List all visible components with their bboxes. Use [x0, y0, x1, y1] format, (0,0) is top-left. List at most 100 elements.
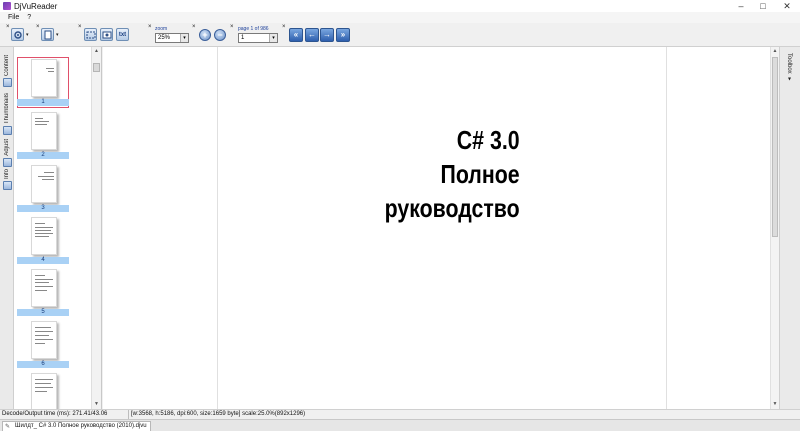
- thumbnail-page-1[interactable]: 1: [17, 57, 69, 108]
- document-page: C# 3.0 Полное руководство: [217, 47, 667, 409]
- info-icon: [2, 181, 12, 191]
- close-button[interactable]: ✕: [774, 0, 800, 12]
- group-close-icon[interactable]: ×: [282, 24, 286, 30]
- scrollbar-thumb[interactable]: [93, 63, 100, 72]
- thumbnail-label: 5: [17, 309, 69, 316]
- last-page-button[interactable]: »: [336, 28, 350, 42]
- thumbnail-page-7[interactable]: [17, 371, 69, 409]
- thumbnail-image: [31, 217, 57, 255]
- gear-icon: [13, 30, 22, 39]
- menu-bar: File ?: [0, 12, 800, 23]
- thumbnails-icon: [2, 126, 12, 136]
- book-title-line: руководство: [385, 193, 520, 223]
- previous-page-button[interactable]: ←: [305, 28, 319, 42]
- contents-icon: [2, 78, 12, 88]
- toolbar: × ▾ × ▾ × txt × zoom 25% ▾ × + − × page …: [0, 23, 800, 47]
- select-rect-icon: [86, 31, 95, 38]
- tab-info[interactable]: Info: [1, 169, 13, 191]
- menu-help[interactable]: ?: [27, 14, 31, 21]
- toolbar-group-settings: × ▾: [6, 23, 36, 47]
- group-close-icon[interactable]: ×: [36, 24, 40, 30]
- scroll-down-icon[interactable]: ▼: [771, 400, 779, 409]
- thumbnail-page-4[interactable]: 4: [17, 215, 69, 265]
- group-close-icon[interactable]: ×: [148, 24, 152, 30]
- page-icon: [44, 30, 51, 39]
- tab-content[interactable]: Content: [1, 55, 13, 88]
- select-area-button[interactable]: [84, 28, 97, 41]
- title-bar: DjVuReader – □ ✕: [0, 0, 800, 12]
- toolbar-group-tools: × txt: [78, 23, 134, 47]
- status-bar: Decode/Output time (ms): 271.41/43.06 [w…: [0, 409, 800, 419]
- tab-content-label: Content: [4, 55, 10, 77]
- document-icon: ✎: [5, 424, 11, 430]
- thumbnail-label: 2: [17, 152, 69, 159]
- group-close-icon[interactable]: ×: [230, 24, 234, 30]
- thumbnail-page-6[interactable]: 6: [17, 319, 69, 369]
- file-tab[interactable]: ✎ Шилдт_ C# 3.0 Полное руководство (2010…: [2, 421, 151, 431]
- group-close-icon[interactable]: ×: [192, 24, 196, 30]
- toolbar-group-page: × page 1 of 986 1 ▾: [230, 23, 280, 47]
- window-title: DjVuReader: [14, 1, 58, 11]
- thumbnail-page-2[interactable]: 2: [17, 110, 69, 160]
- thumbnail-image: [31, 59, 57, 97]
- chevron-down-icon: ▾: [269, 34, 277, 42]
- chevron-down-icon: ▾: [180, 34, 188, 42]
- book-title-line: C# 3.0: [457, 125, 520, 155]
- page-view-button[interactable]: [41, 28, 54, 41]
- thumbnail-image: [31, 165, 57, 203]
- file-tab-bar: ✎ Шилдт_ C# 3.0 Полное руководство (2010…: [0, 419, 800, 431]
- thumbnail-label: 1: [17, 99, 69, 106]
- export-image-button[interactable]: [100, 28, 113, 41]
- tab-info-label: Info: [4, 169, 10, 180]
- tab-adjust[interactable]: Adjust: [1, 139, 13, 167]
- view-dropdown-icon[interactable]: ▾: [56, 32, 59, 38]
- toolbar-group-navigation: × « ← → »: [282, 23, 352, 47]
- maximize-button[interactable]: □: [752, 0, 774, 12]
- zoom-select[interactable]: 25% ▾: [155, 33, 189, 43]
- group-close-icon[interactable]: ×: [78, 24, 82, 30]
- zoom-in-button[interactable]: +: [199, 29, 211, 41]
- settings-button[interactable]: [11, 28, 24, 41]
- tab-adjust-label: Adjust: [4, 139, 10, 156]
- app-logo-icon: [3, 2, 11, 10]
- menu-file[interactable]: File: [8, 14, 19, 21]
- thumbnail-list: 1 2 3 4 5 6: [14, 47, 91, 409]
- book-title: C# 3.0 Полное руководство: [385, 123, 520, 225]
- scroll-down-icon[interactable]: ▼: [92, 400, 101, 409]
- book-title-line: Полное: [440, 159, 520, 189]
- text-layer-button[interactable]: txt: [116, 28, 129, 41]
- tab-thumbnails[interactable]: Thumbnails: [1, 93, 13, 136]
- tab-thumbnails-label: Thumbnails: [4, 93, 10, 125]
- thumbnail-page-5[interactable]: 5: [17, 267, 69, 317]
- group-close-icon[interactable]: ×: [6, 24, 10, 30]
- first-page-button[interactable]: «: [289, 28, 303, 42]
- minimize-button[interactable]: –: [730, 0, 752, 12]
- window-controls: – □ ✕: [730, 0, 800, 12]
- scroll-up-icon[interactable]: ▲: [92, 47, 101, 56]
- thumbnail-scrollbar[interactable]: ▲ ▼: [91, 47, 101, 409]
- toolbar-group-zoom: × zoom 25% ▾: [148, 23, 192, 47]
- app-window: DjVuReader – □ ✕ File ? × ▾ × ▾ × txt × …: [0, 0, 800, 431]
- thumbnail-pane: 1 2 3 4 5 6 ▲ ▼: [14, 47, 102, 409]
- document-scrollbar[interactable]: ▲ ▼: [770, 47, 779, 409]
- page-value: 1: [241, 35, 245, 41]
- scroll-up-icon[interactable]: ▲: [771, 47, 779, 56]
- next-page-button[interactable]: →: [320, 28, 334, 42]
- thumbnail-image: [31, 112, 57, 150]
- adjust-icon: [2, 157, 12, 167]
- image-icon: [102, 31, 111, 38]
- page-select[interactable]: 1 ▾: [238, 33, 278, 43]
- toolbar-group-zoom-buttons: × + −: [192, 23, 230, 47]
- document-view[interactable]: C# 3.0 Полное руководство ▲ ▼: [103, 47, 779, 409]
- thumbnail-page-3[interactable]: 3: [17, 163, 69, 213]
- file-tab-label: Шилдт_ C# 3.0 Полное руководство (2010).…: [15, 423, 147, 429]
- thumbnail-image: [31, 373, 57, 409]
- thumbnail-label: 4: [17, 257, 69, 264]
- zoom-out-button[interactable]: −: [214, 29, 226, 41]
- settings-dropdown-icon[interactable]: ▾: [26, 32, 29, 38]
- toolbox-tab[interactable]: Toolbox ▾: [786, 53, 793, 82]
- scrollbar-thumb[interactable]: [772, 57, 778, 237]
- toolbox-panel: Toolbox ▾: [779, 47, 800, 409]
- zoom-value: 25%: [158, 35, 171, 41]
- thumbnail-image: [31, 269, 57, 307]
